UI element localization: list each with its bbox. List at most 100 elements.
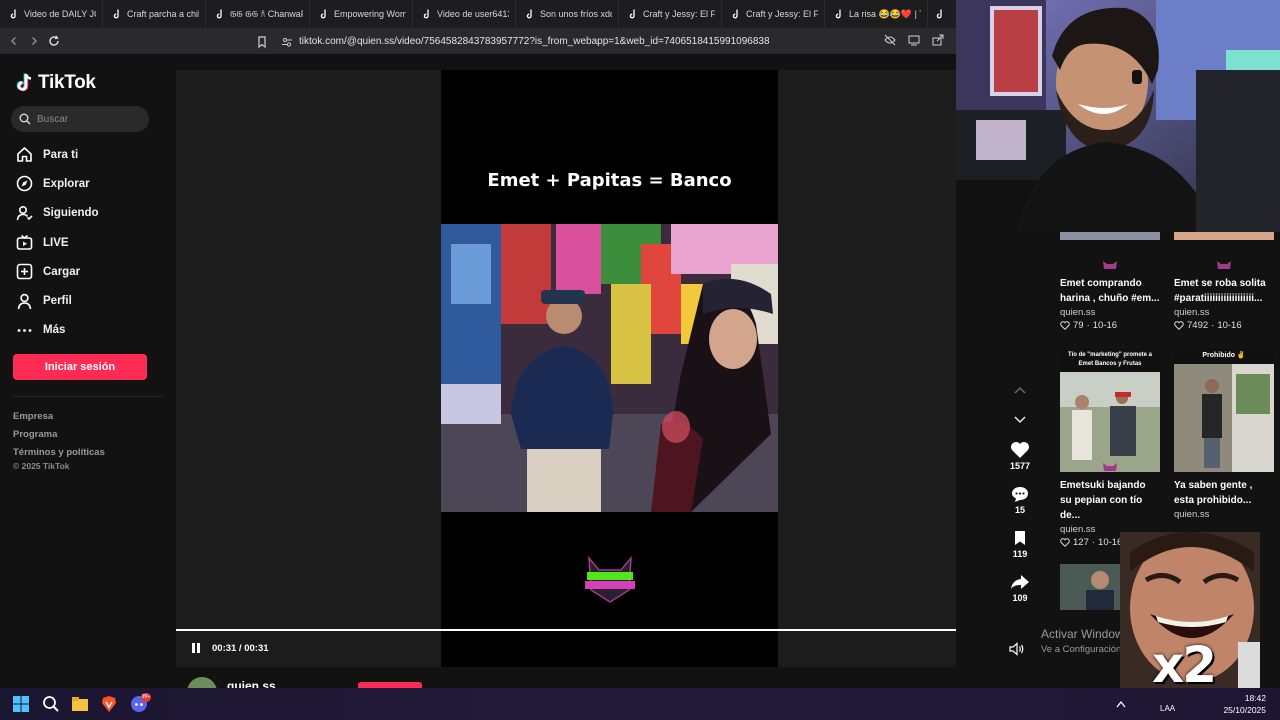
compass-icon — [16, 175, 33, 192]
next-video-button[interactable] — [1000, 416, 1040, 426]
comment-button[interactable]: 15 — [1000, 485, 1040, 515]
video-thumbnail — [1174, 232, 1274, 240]
sidebar-item-perfil[interactable]: Perfil — [16, 286, 99, 315]
footer-link[interactable]: Términos y políticas — [13, 444, 105, 462]
cast-icon[interactable] — [907, 33, 921, 47]
bookmark-icon[interactable] — [255, 35, 269, 49]
clock-time: 18:42 — [1244, 693, 1266, 703]
browser-tab-title: Video de DAILY JOK — [24, 9, 96, 19]
back-icon[interactable] — [4, 31, 24, 51]
kick-logo-icon — [1103, 463, 1117, 471]
url-text: tiktok.com/@quien.ss/video/7564582843783… — [299, 36, 770, 47]
previous-video-button[interactable] — [1000, 386, 1040, 396]
browser-tab[interactable]: Empowering Wome — [310, 0, 413, 28]
search-icon — [19, 113, 31, 125]
browser-tab[interactable]: Craft parcha a chibo — [103, 0, 206, 28]
browser-tab[interactable]: Craft y Jessy: El Fin — [619, 0, 722, 28]
chevron-up-icon — [1014, 386, 1026, 394]
volume-icon[interactable] — [1009, 642, 1025, 661]
sidebar-item-label: Para ti — [43, 148, 79, 161]
search-icon[interactable] — [42, 695, 60, 713]
like-button[interactable]: 1577 — [1000, 441, 1040, 471]
video-card[interactable]: Prohibido ✌ Ya saben gente , esta prohib… — [1174, 348, 1274, 520]
kick-logo-icon — [1103, 261, 1117, 269]
video-card-date: 10-16 — [1217, 320, 1242, 331]
video-card[interactable]: Emet comprando harina , chuño #em... qui… — [1060, 232, 1160, 331]
chevron-up-icon[interactable] — [1116, 700, 1126, 708]
tiktok-favicon-icon — [629, 9, 635, 19]
system-clock[interactable]: 18:42 25/10/2025 — [1223, 692, 1266, 716]
sidebar-item-label: Más — [43, 324, 66, 337]
brave-browser-icon[interactable] — [100, 695, 118, 713]
video-card-author: quien.ss — [1060, 307, 1096, 318]
dot-separator: · — [1211, 320, 1215, 331]
share-icon[interactable] — [931, 33, 945, 47]
footer-link[interactable]: Programa — [13, 426, 105, 444]
windows-start-icon[interactable] — [12, 695, 30, 713]
activate-windows-title: Activar Windows — [1041, 627, 1130, 641]
video-card[interactable]: Tío de "marketing" promete a Emet Bancos… — [1060, 348, 1160, 548]
site-settings-icon[interactable] — [281, 36, 293, 48]
sidebar-item-siguiendo[interactable]: Siguiendo — [16, 199, 99, 228]
browser-tab[interactable]: Video de user6413 — [413, 0, 516, 28]
tiktok-favicon-icon — [216, 9, 222, 19]
meme-overlay: x2 — [1120, 532, 1260, 688]
tiktok-favicon-icon — [732, 9, 738, 19]
sidebar-item-para-ti[interactable]: Para ti — [16, 140, 99, 169]
video-card-stats: 79 · 10-16 — [1060, 320, 1160, 331]
save-button[interactable]: 119 — [1000, 529, 1040, 559]
search-input[interactable]: Buscar — [11, 106, 149, 132]
browser-tab-strip: Video de DAILY JOK Craft parcha a chibo 𝔊𝔊… — [0, 0, 956, 28]
browser-tab[interactable]: 𝔊𝔊 𝔊𝔊 ☠ ChanwaPa — [206, 0, 310, 28]
video-card[interactable]: Emet se roba solita #paratiiiiiiiiiiiiii… — [1174, 232, 1274, 331]
share-arrow-icon — [1011, 575, 1029, 589]
meme-multiplier-text: x2 — [1152, 636, 1217, 688]
sidebar-item-label: Cargar — [43, 265, 81, 278]
avatar[interactable] — [187, 677, 217, 688]
browser-tab[interactable]: Craft y Jessy: El Fin — [722, 0, 825, 28]
video-progress-bar[interactable] — [176, 629, 956, 631]
video-card-stats: 7492 · 10-16 — [1174, 320, 1274, 331]
tiktok-favicon-icon — [835, 9, 841, 19]
sidebar-item-explorar[interactable]: Explorar — [16, 169, 99, 198]
copyright: © 2025 TikTok — [13, 461, 70, 471]
sidebar-item-m-s[interactable]: Más — [16, 316, 99, 345]
kick-logo-icon — [1217, 261, 1231, 269]
no-tracking-icon[interactable] — [883, 33, 897, 47]
video-card-title: Emet comprando harina , chuño #em... — [1060, 278, 1160, 304]
playback-controls: 00:31 / 00:31 — [190, 642, 269, 654]
heart-icon — [1011, 442, 1029, 458]
heart-outline-icon — [1060, 538, 1070, 547]
browser-tab[interactable] — [928, 0, 952, 28]
reload-icon[interactable] — [44, 31, 64, 51]
sidebar-item-live[interactable]: LIVE — [16, 228, 99, 257]
tiktok-logo[interactable]: TikTok — [16, 72, 96, 94]
address-bar[interactable]: tiktok.com/@quien.ss/video/7564582843783… — [255, 32, 945, 51]
login-button[interactable]: Iniciar sesión — [13, 354, 147, 380]
file-explorer-icon[interactable] — [71, 695, 89, 713]
save-count: 119 — [1012, 549, 1028, 559]
like-count: 1577 — [1009, 461, 1031, 471]
tiktok-favicon-icon — [113, 9, 119, 19]
comment-count: 15 — [1014, 505, 1025, 515]
author-name[interactable]: quien.ss — [227, 679, 276, 688]
bookmark-icon — [1015, 531, 1025, 545]
video-player[interactable]: Emet + Papitas = Banco 1577 15 119 109 0… — [176, 70, 1030, 667]
browser-tab[interactable]: Son unos fríos xdd — [516, 0, 619, 28]
video-progress-fill — [176, 629, 956, 631]
sidebar-item-label: Siguiendo — [43, 207, 99, 220]
footer-link[interactable]: Empresa — [13, 408, 105, 426]
more-icon — [16, 322, 33, 339]
forward-icon[interactable] — [24, 31, 44, 51]
brand-name: TikTok — [38, 72, 96, 93]
keyboard-language[interactable]: LAA — [1160, 704, 1175, 713]
activate-windows-subtitle: Ve a Configuración — [1041, 644, 1122, 655]
browser-tab-title: Video de user6413 — [437, 9, 509, 19]
browser-tab[interactable]: La risa 😂😂❤️ | Ti — [825, 0, 928, 28]
sidebar-item-cargar[interactable]: Cargar — [16, 257, 99, 286]
clock-date: 25/10/2025 — [1223, 705, 1266, 715]
share-button[interactable]: 109 — [1000, 573, 1040, 603]
video-frame[interactable]: Emet + Papitas = Banco — [441, 70, 778, 667]
pause-icon[interactable] — [190, 642, 202, 654]
browser-tab[interactable]: Video de DAILY JOK — [0, 0, 103, 28]
